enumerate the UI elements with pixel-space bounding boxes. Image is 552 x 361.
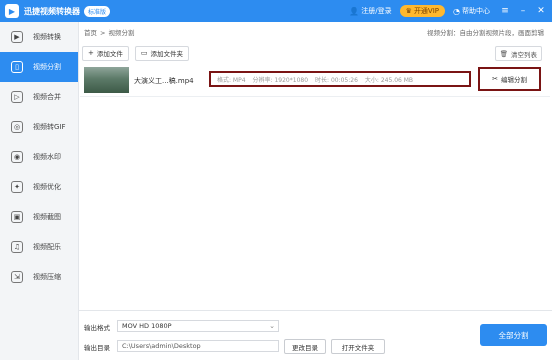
bottom-bar: 输出格式 MOV HD 1080P ⌄ 输出目录 C:\Users\admin\… — [79, 310, 552, 361]
sidebar-item-label: 视频分割 — [33, 63, 61, 71]
file-resolution: 分辨率: 1920*1080 — [252, 76, 309, 84]
breadcrumb-separator: > — [100, 29, 106, 37]
sidebar-item-video-convert[interactable]: ▶ 视频转换 — [0, 22, 78, 52]
title-bar: ▶ 迅捷视频转换器 标准版 👤 注册/登录 ♛ 开通VIP ◔ 帮助中心 ≡ –… — [0, 0, 552, 22]
vip-button[interactable]: ♛ 开通VIP — [399, 5, 446, 17]
file-duration: 时长: 00:05:26 — [315, 76, 358, 84]
sidebar-item-video-music[interactable]: ♫ 视频配乐 — [0, 232, 78, 262]
watermark-icon: ◉ — [11, 151, 23, 163]
login-link[interactable]: 👤 注册/登录 — [349, 6, 391, 16]
output-dir-field[interactable]: C:\Users\admin\Desktop — [117, 340, 279, 352]
user-icon: 👤 — [349, 6, 360, 16]
screenshot-icon: ▣ — [11, 211, 23, 223]
sidebar-item-label: 视频转GIF — [33, 123, 66, 131]
output-format-select[interactable]: MOV HD 1080P ⌄ — [117, 320, 279, 332]
breadcrumb: 首页 > 视频分割 — [84, 27, 134, 37]
sidebar-item-label: 视频水印 — [33, 153, 61, 161]
file-format: 格式: MP4 — [217, 76, 246, 84]
file-list: 大演义工...稿.mp4 格式: MP4 分辨率: 1920*1080 时长: … — [80, 64, 550, 309]
breadcrumb-current: 视频分割 — [108, 29, 135, 37]
file-row: 大演义工...稿.mp4 格式: MP4 分辨率: 1920*1080 时长: … — [80, 64, 550, 97]
help-center-link[interactable]: ◔ 帮助中心 — [453, 6, 490, 16]
edition-badge: 标准版 — [84, 5, 111, 17]
sidebar-item-video-gif[interactable]: ◎ 视频转GIF — [0, 112, 78, 142]
add-file-button[interactable]: + 添加文件 — [82, 45, 129, 61]
output-format-label: 输出格式 — [84, 324, 110, 332]
plus-icon: + — [88, 49, 94, 57]
app-logo-icon: ▶ — [5, 4, 19, 18]
add-folder-label: 添加文件夹 — [150, 50, 184, 58]
sidebar-item-label: 视频截图 — [33, 213, 61, 221]
vip-label: 开通VIP — [413, 7, 440, 15]
feature-tip: 视频分割：自由分割视频片段，画面剪辑 — [427, 29, 544, 37]
sidebar-item-label: 视频转换 — [33, 33, 61, 41]
sidebar-item-video-split[interactable]: ▯ 视频分割 — [0, 52, 78, 82]
crown-icon: ♛ — [405, 7, 412, 15]
edit-split-label: 编辑分割 — [500, 76, 527, 84]
change-dir-button[interactable]: 更改目录 — [284, 339, 326, 354]
sidebar-item-video-watermark[interactable]: ◉ 视频水印 — [0, 142, 78, 172]
video-split-icon: ▯ — [11, 61, 23, 73]
clear-list-label: 清空列表 — [511, 50, 537, 59]
file-size: 大小: 245.06 MB — [364, 76, 414, 84]
add-folder-button[interactable]: ▭ 添加文件夹 — [134, 45, 189, 61]
sidebar-item-video-merge[interactable]: ▷ 视频合并 — [0, 82, 78, 112]
output-dir-label: 输出目录 — [84, 344, 110, 352]
sidebar-item-label: 视频合并 — [33, 93, 61, 101]
sidebar-item-video-optimize[interactable]: ✦ 视频优化 — [0, 172, 78, 202]
app-title: 迅捷视频转换器 — [24, 6, 80, 16]
menu-icon[interactable]: ≡ — [498, 6, 512, 16]
sidebar-item-label: 视频优化 — [33, 183, 61, 191]
minimize-icon[interactable]: – — [516, 6, 530, 16]
sidebar-item-label: 视频配乐 — [33, 243, 61, 251]
chevron-down-icon: ⌄ — [269, 322, 275, 330]
sidebar-item-video-screenshot[interactable]: ▣ 视频截图 — [0, 202, 78, 232]
add-file-label: 添加文件 — [96, 50, 123, 58]
help-icon: ◔ — [453, 6, 460, 16]
file-name: 大演义工...稿.mp4 — [134, 77, 194, 85]
scissors-icon: ✂ — [492, 75, 498, 83]
help-label: 帮助中心 — [462, 7, 490, 15]
login-label: 注册/登录 — [361, 7, 392, 15]
music-icon: ♫ — [11, 241, 23, 253]
file-meta: 格式: MP4 分辨率: 1920*1080 时长: 00:05:26 大小: … — [209, 71, 471, 87]
toolbar: + 添加文件 ▭ 添加文件夹 🗑 清空列表 — [82, 45, 548, 61]
optimize-icon: ✦ — [11, 181, 23, 193]
split-all-button[interactable]: 全部分割 — [480, 324, 547, 346]
video-merge-icon: ▷ — [11, 91, 23, 103]
sidebar-item-video-compress[interactable]: ⇲ 视频压缩 — [0, 262, 78, 292]
video-thumbnail — [84, 67, 129, 93]
folder-icon: ▭ — [140, 49, 148, 57]
sidebar-item-label: 视频压缩 — [33, 273, 61, 281]
output-format-value: MOV HD 1080P — [122, 322, 172, 330]
gif-icon: ◎ — [11, 121, 23, 133]
close-icon[interactable]: ✕ — [534, 6, 548, 16]
video-convert-icon: ▶ — [11, 31, 23, 43]
clear-list-button[interactable]: 🗑 清空列表 — [494, 46, 542, 61]
compress-icon: ⇲ — [11, 271, 23, 283]
output-dir-value: C:\Users\admin\Desktop — [122, 342, 201, 350]
trash-icon: 🗑 — [499, 49, 508, 58]
open-folder-button[interactable]: 打开文件夹 — [331, 339, 385, 354]
breadcrumb-home[interactable]: 首页 — [84, 29, 97, 37]
sidebar: ▶ 视频转换 ▯ 视频分割 ▷ 视频合并 ◎ 视频转GIF ◉ 视频水印 ✦ 视… — [0, 22, 79, 360]
edit-split-button[interactable]: ✂ 编辑分割 — [478, 67, 541, 91]
